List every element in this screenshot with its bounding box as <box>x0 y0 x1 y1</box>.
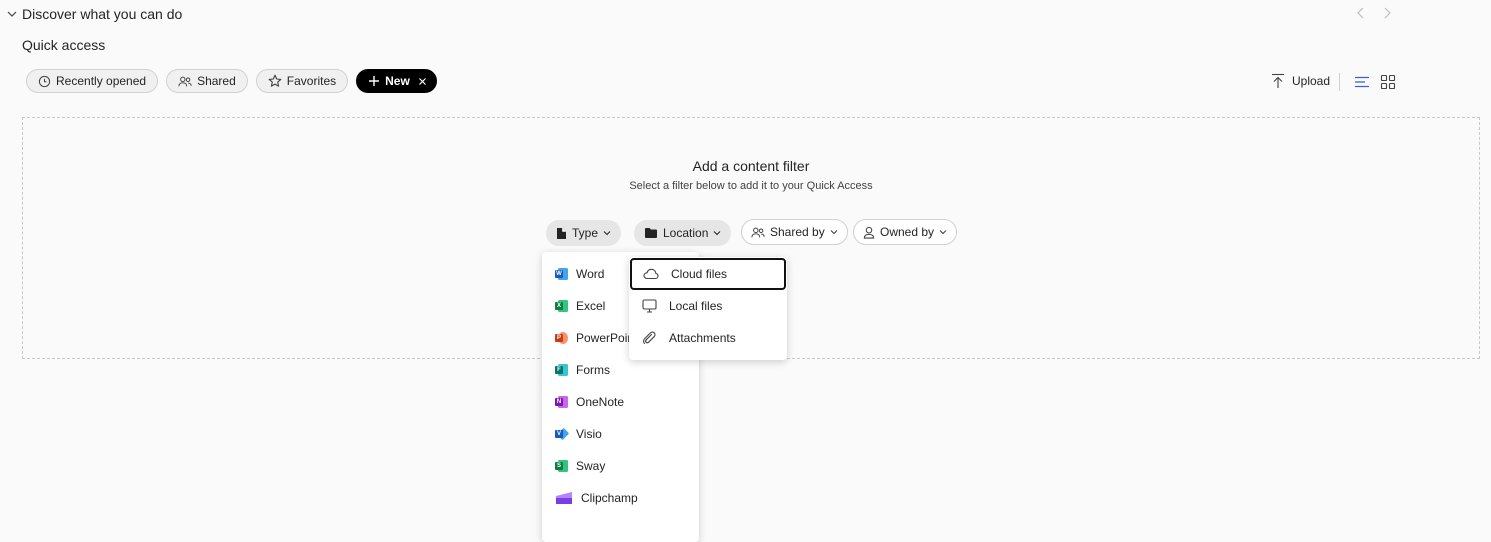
pill-label: Recently opened <box>56 74 147 88</box>
chevron-down-icon <box>603 229 611 237</box>
chip-label: Owned by <box>880 225 935 239</box>
next-button[interactable] <box>1380 5 1394 21</box>
word-icon: W <box>555 268 568 280</box>
shared-by-filter-chip[interactable]: Shared by <box>741 219 848 245</box>
people-icon <box>178 75 192 88</box>
menu-item-label: Local files <box>669 299 723 313</box>
chip-label: Shared by <box>770 225 825 239</box>
person-icon <box>863 226 875 239</box>
carousel-nav <box>1354 5 1394 21</box>
menu-item-label: Visio <box>576 427 602 441</box>
location-menu-item-local-files[interactable]: Local files <box>629 291 787 321</box>
monitor-icon <box>642 299 657 313</box>
excel-icon: X <box>555 300 568 312</box>
favorites-pill[interactable]: Favorites <box>255 69 349 93</box>
chevron-down-icon <box>939 228 947 236</box>
recently-opened-pill[interactable]: Recently opened <box>26 69 159 93</box>
type-menu-item-clipchamp[interactable]: Clipchamp <box>542 483 699 513</box>
grid-view-button[interactable] <box>1380 74 1396 90</box>
type-filter-chip[interactable]: Type <box>546 220 622 246</box>
owned-by-filter-chip[interactable]: Owned by <box>853 219 958 245</box>
paperclip-icon <box>642 331 657 345</box>
chevron-down-icon <box>713 229 721 237</box>
sway-icon: S <box>555 460 568 472</box>
list-view-icon <box>1354 74 1370 90</box>
menu-item-label: Sway <box>576 459 606 473</box>
discover-label: Discover what you can do <box>22 6 183 22</box>
menu-item-label: Word <box>576 267 605 281</box>
list-view-button[interactable] <box>1354 74 1370 90</box>
location-menu: Cloud files Local files Attachments <box>629 257 787 360</box>
powerpoint-icon: P <box>555 332 568 344</box>
quick-access-title: Quick access <box>22 37 106 53</box>
discover-toggle[interactable]: Discover what you can do <box>6 5 182 23</box>
upload-label: Upload <box>1292 74 1331 88</box>
people-icon <box>751 226 765 239</box>
chevron-left-icon <box>1356 7 1366 19</box>
menu-item-label: OneNote <box>576 395 625 409</box>
type-menu-item-visio[interactable]: V Visio <box>542 419 699 449</box>
forms-icon: F <box>555 364 568 376</box>
type-menu-item-onenote[interactable]: N OneNote <box>542 387 699 417</box>
filter-title: Add a content filter <box>692 158 810 174</box>
location-menu-item-attachments[interactable]: Attachments <box>629 323 787 353</box>
shared-pill[interactable]: Shared <box>166 69 248 93</box>
chip-label: Type <box>572 226 599 240</box>
dismiss-icon[interactable] <box>418 77 427 86</box>
menu-item-label: Attachments <box>669 331 736 345</box>
pill-label: Shared <box>197 74 236 88</box>
quick-access-pills: Recently opened Shared Favorites New <box>26 69 437 93</box>
clipchamp-icon <box>555 491 573 505</box>
upload-icon <box>1271 73 1285 89</box>
menu-item-label: Excel <box>576 299 606 313</box>
filter-subtitle: Select a filter below to add it to your … <box>629 180 873 192</box>
new-pill[interactable]: New <box>356 69 437 93</box>
onenote-icon: N <box>555 396 568 408</box>
chip-label: Location <box>663 226 709 240</box>
plus-icon <box>368 75 380 87</box>
clock-icon <box>38 75 51 88</box>
pill-label: Favorites <box>286 74 337 88</box>
folder-icon <box>644 227 658 239</box>
chevron-down-icon <box>830 228 838 236</box>
visio-icon: V <box>555 427 570 441</box>
toolbar-divider <box>1339 73 1340 91</box>
menu-item-label: Cloud files <box>671 267 728 281</box>
document-icon <box>556 227 567 240</box>
menu-item-label: Clipchamp <box>581 491 638 505</box>
cloud-icon <box>643 268 659 280</box>
previous-button[interactable] <box>1354 5 1368 21</box>
pill-label: New <box>385 74 410 88</box>
chevron-down-icon <box>6 8 18 20</box>
upload-button[interactable]: Upload <box>1271 73 1330 89</box>
type-menu-item-sway[interactable]: S Sway <box>542 451 699 481</box>
location-filter-chip[interactable]: Location <box>634 220 732 246</box>
location-menu-item-cloud-files[interactable]: Cloud files <box>630 258 786 290</box>
chevron-right-icon <box>1382 7 1392 19</box>
menu-item-label: Forms <box>576 363 610 377</box>
star-icon <box>268 74 282 88</box>
grid-view-icon <box>1380 74 1396 90</box>
